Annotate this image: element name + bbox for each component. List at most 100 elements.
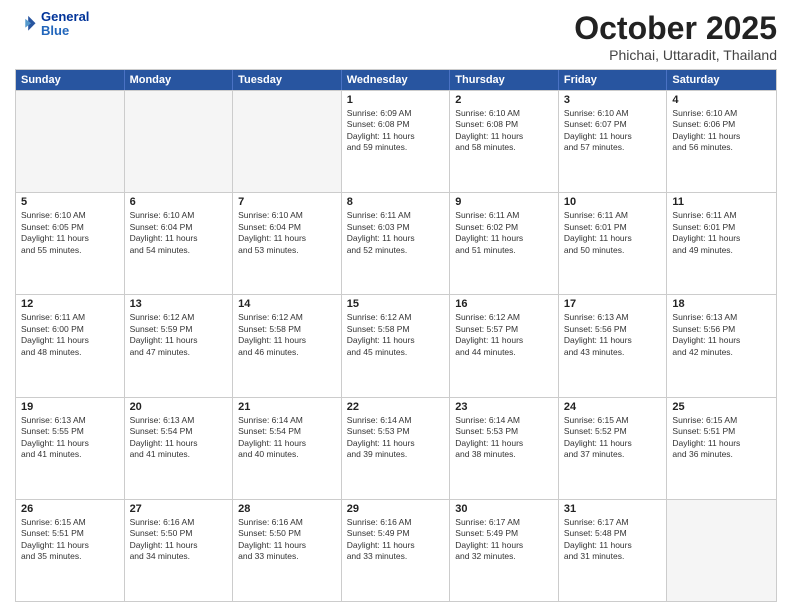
day-30: 30 Sunrise: 6:17 AM Sunset: 5:49 PM Dayli… <box>450 500 559 601</box>
day-number: 20 <box>130 401 228 413</box>
day-number: 23 <box>455 401 553 413</box>
cell-info: Sunrise: 6:13 AM Sunset: 5:56 PM Dayligh… <box>672 312 771 358</box>
day-26: 26 Sunrise: 6:15 AM Sunset: 5:51 PM Dayli… <box>16 500 125 601</box>
day-15: 15Sunrise: 6:12 AM Sunset: 5:58 PM Dayli… <box>342 295 451 396</box>
cell-info: Sunrise: 6:13 AM Sunset: 5:55 PM Dayligh… <box>21 415 119 461</box>
header-saturday: Saturday <box>667 70 776 90</box>
cell-info: Sunrise: 6:13 AM Sunset: 5:54 PM Dayligh… <box>130 415 228 461</box>
day-12: 12 Sunrise: 6:11 AM Sunset: 6:00 PM Dayli… <box>16 295 125 396</box>
day-number: 14 <box>238 298 336 310</box>
day-7: 7 Sunrise: 6:10 AM Sunset: 6:04 PM Daylig… <box>233 193 342 294</box>
day-number: 13 <box>130 298 228 310</box>
cell-info: Sunrise: 6:14 AM Sunset: 5:53 PM Dayligh… <box>347 415 445 461</box>
cell-info: Sunrise: 6:14 AM Sunset: 5:53 PM Dayligh… <box>455 415 553 461</box>
week-row-3: 12 Sunrise: 6:11 AM Sunset: 6:00 PM Dayli… <box>16 294 776 396</box>
day-number: 17 <box>564 298 662 310</box>
empty-cell-4-6 <box>667 500 776 601</box>
cell-info: Sunrise: 6:11 AM Sunset: 6:00 PM Dayligh… <box>21 312 119 358</box>
cell-info: Sunrise: 6:17 AM Sunset: 5:48 PM Dayligh… <box>564 517 662 563</box>
cell-info: Sunrise: 6:16 AM Sunset: 5:50 PM Dayligh… <box>130 517 228 563</box>
calendar-header: Sunday Monday Tuesday Wednesday Thursday… <box>16 70 776 90</box>
header: General Blue October 2025 Phichai, Uttar… <box>15 10 777 63</box>
cell-info: Sunrise: 6:10 AM Sunset: 6:07 PM Dayligh… <box>564 108 662 154</box>
day-6: 6 Sunrise: 6:10 AM Sunset: 6:04 PM Daylig… <box>125 193 234 294</box>
day-number: 2 <box>455 94 553 106</box>
day-number: 18 <box>672 298 771 310</box>
day-number: 12 <box>21 298 119 310</box>
cell-info: Sunrise: 6:10 AM Sunset: 6:08 PM Dayligh… <box>455 108 553 154</box>
day-27: 27 Sunrise: 6:16 AM Sunset: 5:50 PM Dayli… <box>125 500 234 601</box>
cell-info: Sunrise: 6:11 AM Sunset: 6:03 PM Dayligh… <box>347 210 445 256</box>
day-31: 31Sunrise: 6:17 AM Sunset: 5:48 PM Dayli… <box>559 500 668 601</box>
header-tuesday: Tuesday <box>233 70 342 90</box>
day-number: 7 <box>238 196 336 208</box>
cell-info: Sunrise: 6:16 AM Sunset: 5:49 PM Dayligh… <box>347 517 445 563</box>
page: General Blue October 2025 Phichai, Uttar… <box>0 0 792 612</box>
cell-info: Sunrise: 6:09 AM Sunset: 6:08 PM Dayligh… <box>347 108 445 154</box>
day-14: 14 Sunrise: 6:12 AM Sunset: 5:58 PM Dayli… <box>233 295 342 396</box>
cell-info: Sunrise: 6:15 AM Sunset: 5:51 PM Dayligh… <box>21 517 119 563</box>
day-number: 10 <box>564 196 662 208</box>
header-thursday: Thursday <box>450 70 559 90</box>
cell-info: Sunrise: 6:12 AM Sunset: 5:59 PM Dayligh… <box>130 312 228 358</box>
header-wednesday: Wednesday <box>342 70 451 90</box>
day-9: 9Sunrise: 6:11 AM Sunset: 6:02 PM Daylig… <box>450 193 559 294</box>
cell-info: Sunrise: 6:16 AM Sunset: 5:50 PM Dayligh… <box>238 517 336 563</box>
empty-cell-0-2 <box>233 91 342 192</box>
day-21: 21Sunrise: 6:14 AM Sunset: 5:54 PM Dayli… <box>233 398 342 499</box>
day-19: 19 Sunrise: 6:13 AM Sunset: 5:55 PM Dayli… <box>16 398 125 499</box>
day-number: 16 <box>455 298 553 310</box>
subtitle: Phichai, Uttaradit, Thailand <box>574 47 777 63</box>
day-number: 11 <box>672 196 771 208</box>
day-number: 27 <box>130 503 228 515</box>
day-number: 24 <box>564 401 662 413</box>
cell-info: Sunrise: 6:17 AM Sunset: 5:49 PM Dayligh… <box>455 517 553 563</box>
day-28: 28 Sunrise: 6:16 AM Sunset: 5:50 PM Dayli… <box>233 500 342 601</box>
empty-cell-0-0 <box>16 91 125 192</box>
day-10: 10 Sunrise: 6:11 AM Sunset: 6:01 PM Dayli… <box>559 193 668 294</box>
cell-info: Sunrise: 6:11 AM Sunset: 6:01 PM Dayligh… <box>672 210 771 256</box>
day-2: 2 Sunrise: 6:10 AM Sunset: 6:08 PM Daylig… <box>450 91 559 192</box>
logo: General Blue <box>15 10 89 39</box>
day-number: 21 <box>238 401 336 413</box>
cell-info: Sunrise: 6:11 AM Sunset: 6:01 PM Dayligh… <box>564 210 662 256</box>
calendar: Sunday Monday Tuesday Wednesday Thursday… <box>15 69 777 602</box>
empty-cell-0-1 <box>125 91 234 192</box>
day-3: 3Sunrise: 6:10 AM Sunset: 6:07 PM Daylig… <box>559 91 668 192</box>
cell-info: Sunrise: 6:10 AM Sunset: 6:05 PM Dayligh… <box>21 210 119 256</box>
day-20: 20 Sunrise: 6:13 AM Sunset: 5:54 PM Dayli… <box>125 398 234 499</box>
month-title: October 2025 <box>574 10 777 47</box>
day-number: 19 <box>21 401 119 413</box>
week-row-1: 1 Sunrise: 6:09 AM Sunset: 6:08 PM Daylig… <box>16 90 776 192</box>
day-number: 6 <box>130 196 228 208</box>
cell-info: Sunrise: 6:15 AM Sunset: 5:52 PM Dayligh… <box>564 415 662 461</box>
week-row-4: 19 Sunrise: 6:13 AM Sunset: 5:55 PM Dayli… <box>16 397 776 499</box>
cell-info: Sunrise: 6:12 AM Sunset: 5:58 PM Dayligh… <box>238 312 336 358</box>
day-24: 24 Sunrise: 6:15 AM Sunset: 5:52 PM Dayli… <box>559 398 668 499</box>
day-number: 28 <box>238 503 336 515</box>
week-row-5: 26 Sunrise: 6:15 AM Sunset: 5:51 PM Dayli… <box>16 499 776 601</box>
day-number: 8 <box>347 196 445 208</box>
cell-info: Sunrise: 6:10 AM Sunset: 6:04 PM Dayligh… <box>238 210 336 256</box>
day-8: 8 Sunrise: 6:11 AM Sunset: 6:03 PM Daylig… <box>342 193 451 294</box>
day-4: 4Sunrise: 6:10 AM Sunset: 6:06 PM Daylig… <box>667 91 776 192</box>
cell-info: Sunrise: 6:10 AM Sunset: 6:06 PM Dayligh… <box>672 108 771 154</box>
day-number: 26 <box>21 503 119 515</box>
header-sunday: Sunday <box>16 70 125 90</box>
header-friday: Friday <box>559 70 668 90</box>
day-number: 15 <box>347 298 445 310</box>
calendar-body: 1 Sunrise: 6:09 AM Sunset: 6:08 PM Daylig… <box>16 90 776 601</box>
logo-icon <box>15 13 37 35</box>
day-number: 30 <box>455 503 553 515</box>
day-16: 16Sunrise: 6:12 AM Sunset: 5:57 PM Dayli… <box>450 295 559 396</box>
day-17: 17Sunrise: 6:13 AM Sunset: 5:56 PM Dayli… <box>559 295 668 396</box>
day-1: 1 Sunrise: 6:09 AM Sunset: 6:08 PM Daylig… <box>342 91 451 192</box>
day-11: 11 Sunrise: 6:11 AM Sunset: 6:01 PM Dayli… <box>667 193 776 294</box>
day-25: 25Sunrise: 6:15 AM Sunset: 5:51 PM Dayli… <box>667 398 776 499</box>
cell-info: Sunrise: 6:15 AM Sunset: 5:51 PM Dayligh… <box>672 415 771 461</box>
day-number: 29 <box>347 503 445 515</box>
cell-info: Sunrise: 6:10 AM Sunset: 6:04 PM Dayligh… <box>130 210 228 256</box>
day-29: 29 Sunrise: 6:16 AM Sunset: 5:49 PM Dayli… <box>342 500 451 601</box>
title-block: October 2025 Phichai, Uttaradit, Thailan… <box>574 10 777 63</box>
day-number: 1 <box>347 94 445 106</box>
